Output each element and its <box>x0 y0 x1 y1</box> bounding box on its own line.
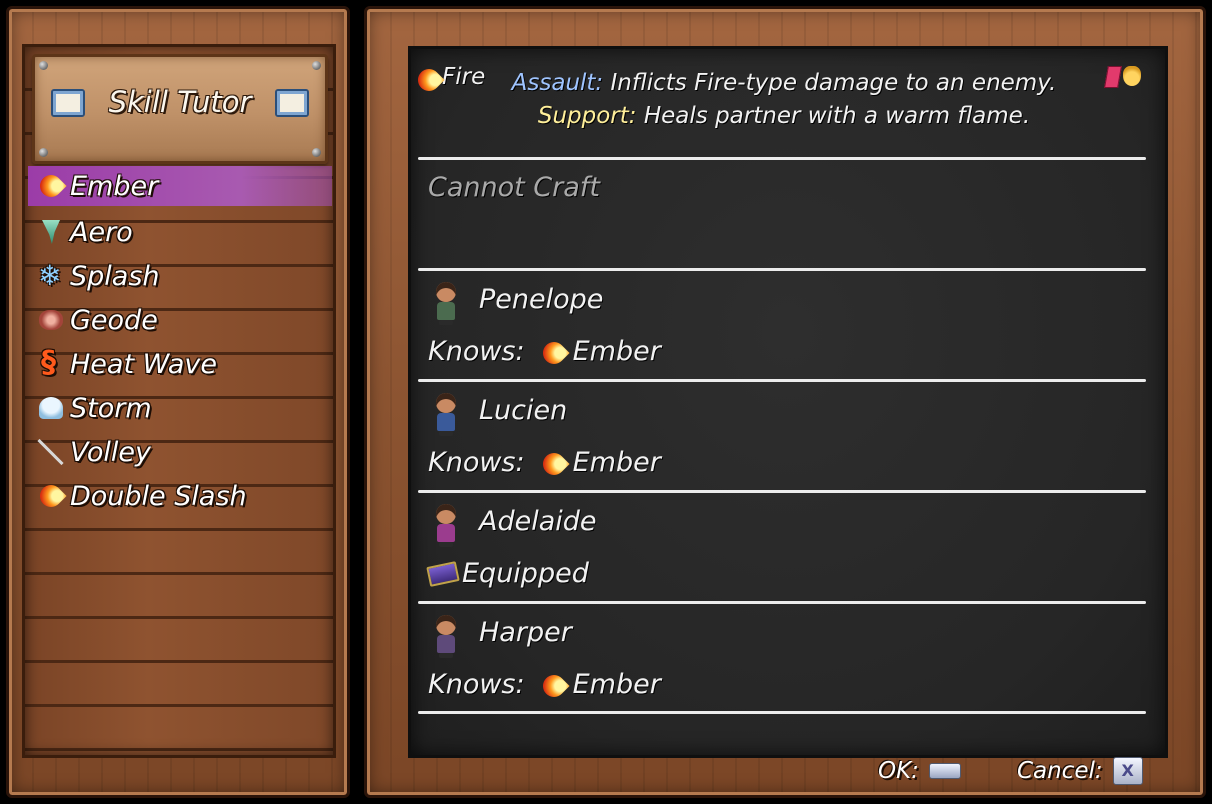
known-skill: Ember <box>572 447 661 478</box>
skill-item-geode[interactable]: Geode <box>28 298 332 342</box>
skill-item-double-slash[interactable]: Double Slash <box>28 474 332 518</box>
known-skill: Ember <box>572 669 661 700</box>
nail-icon <box>312 148 321 157</box>
heat-wave-icon <box>36 345 66 380</box>
assault-text: Inflicts Fire-type damage to an enemy. <box>610 70 1057 96</box>
skill-item-splash[interactable]: Splash <box>28 254 332 298</box>
divider <box>418 157 1146 160</box>
fire-icon <box>539 338 567 366</box>
x-key-icon: X <box>1112 757 1143 785</box>
cancel-button[interactable]: Cancel: X <box>1017 757 1143 785</box>
equipped-book-icon <box>426 560 460 587</box>
skill-label: Heat Wave <box>70 348 217 380</box>
nail-icon <box>39 148 48 157</box>
knows-label: Knows: <box>428 669 525 700</box>
character-row-lucien[interactable]: Lucien Knows: Ember <box>418 383 1146 493</box>
support-description: Support: Heals partner with a warm flame… <box>420 103 1148 129</box>
cancel-label: Cancel: <box>1016 758 1103 784</box>
character-row-adelaide[interactable]: Adelaide Equipped <box>418 494 1146 604</box>
nail-icon <box>39 61 48 70</box>
skill-label: Aero <box>70 216 133 248</box>
button-bar: OK: Cancel: X <box>878 754 1143 788</box>
character-row-penelope[interactable]: Penelope Knows: Ember <box>418 272 1146 382</box>
skill-item-storm[interactable]: Storm <box>28 386 332 430</box>
equipped-label: Equipped <box>462 558 589 589</box>
ok-button[interactable]: OK: <box>878 758 961 784</box>
character-status: Knows: Ember <box>428 669 661 700</box>
snowflake-icon <box>36 259 66 292</box>
nail-icon <box>312 61 321 70</box>
skill-label: Volley <box>70 436 151 468</box>
support-text: Heals partner with a warm flame. <box>643 103 1031 129</box>
character-name: Penelope <box>479 284 604 315</box>
character-sprite <box>428 280 464 326</box>
ok-label: OK: <box>878 758 919 784</box>
divider <box>418 711 1146 714</box>
rock-icon <box>36 305 66 335</box>
skill-label: Double Slash <box>70 480 247 512</box>
known-skill: Ember <box>572 336 661 367</box>
skill-label: Splash <box>70 260 160 292</box>
support-label: Support: <box>537 103 637 129</box>
fire-slash-icon <box>36 481 66 511</box>
divider <box>418 268 1146 271</box>
character-name: Adelaide <box>479 506 597 537</box>
divider <box>418 490 1146 493</box>
keyboard-key-icon <box>928 763 961 779</box>
character-sprite <box>428 613 464 659</box>
page-title: Skill Tutor <box>108 85 252 119</box>
skill-label: Ember <box>70 170 159 202</box>
skill-list: Ember Aero Splash Geode Heat Wave Storm … <box>28 166 332 518</box>
assault-description: Assault: Inflicts Fire-type damage to an… <box>420 70 1148 96</box>
storm-cloud-icon <box>36 393 66 423</box>
skill-label: Storm <box>70 392 152 424</box>
scroll-icon <box>1104 66 1122 88</box>
character-name: Lucien <box>479 395 568 426</box>
fire-icon <box>36 171 66 201</box>
character-sprite <box>428 502 464 548</box>
character-sprite <box>428 391 464 437</box>
character-status: Equipped <box>426 558 589 589</box>
skill-item-ember[interactable]: Ember <box>28 166 332 206</box>
skill-item-volley[interactable]: Volley <box>28 430 332 474</box>
knows-label: Knows: <box>428 336 525 367</box>
tornado-icon <box>36 217 66 247</box>
fire-icon <box>539 671 567 699</box>
arrow-icon <box>36 437 66 467</box>
character-status: Knows: Ember <box>428 336 661 367</box>
character-status: Knows: Ember <box>428 447 661 478</box>
knows-label: Knows: <box>428 447 525 478</box>
skill-item-heat-wave[interactable]: Heat Wave <box>28 342 332 386</box>
character-name: Harper <box>479 617 572 648</box>
title-sign: Skill Tutor <box>32 54 328 164</box>
skill-label: Geode <box>70 304 158 336</box>
divider <box>418 601 1146 604</box>
crown-icon <box>1123 66 1141 86</box>
craft-status: Cannot Craft <box>428 172 600 203</box>
divider <box>418 379 1146 382</box>
assault-label: Assault: <box>511 70 604 96</box>
fire-icon <box>539 449 567 477</box>
corner-icons <box>1104 66 1141 88</box>
skill-item-aero[interactable]: Aero <box>28 210 332 254</box>
character-row-harper[interactable]: Harper Knows: Ember <box>418 605 1146 715</box>
